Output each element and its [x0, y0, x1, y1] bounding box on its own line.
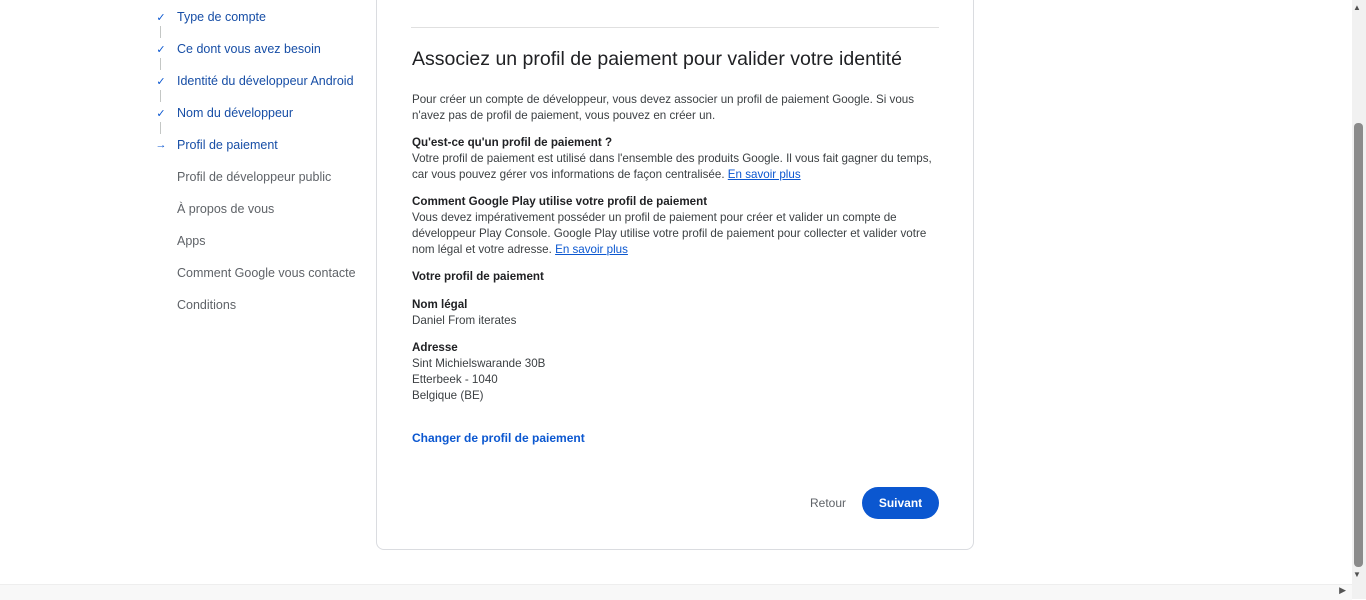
card-divider: [411, 27, 939, 28]
learn-more-link-2[interactable]: En savoir plus: [555, 243, 628, 256]
horizontal-scrollbar[interactable]: [0, 584, 1352, 600]
check-icon: ✓: [156, 43, 166, 56]
step-label: Ce dont vous avez besoin: [177, 42, 321, 56]
arrow-right-icon: →: [155, 139, 167, 151]
scrollbar-thumb[interactable]: [1354, 123, 1363, 567]
what-is-section: Qu'est-ce qu'un profil de paiement ? Vot…: [412, 135, 942, 183]
scroll-up-icon[interactable]: ▲: [1353, 3, 1361, 12]
step-label: Identité du développeur Android: [177, 74, 354, 88]
address-label: Adresse: [412, 341, 458, 354]
step-connector: [160, 58, 161, 70]
step-label: Profil de développeur public: [177, 170, 332, 184]
what-is-body: Votre profil de paiement est utilisé dan…: [412, 152, 932, 181]
scroll-right-icon[interactable]: ▶: [1339, 585, 1346, 596]
what-is-heading: Qu'est-ce qu'un profil de paiement ?: [412, 136, 613, 149]
scroll-down-icon[interactable]: ▼: [1353, 570, 1361, 579]
learn-more-link-1[interactable]: En savoir plus: [728, 168, 801, 181]
intro-text: Pour créer un compte de développeur, vou…: [412, 93, 915, 122]
address-line-3: Belgique (BE): [412, 389, 484, 402]
your-profile-heading: Votre profil de paiement: [412, 270, 544, 283]
change-payment-profile-link[interactable]: Changer de profil de paiement: [412, 431, 585, 445]
address-line-2: Etterbeek - 1040: [412, 373, 498, 386]
step-connector: [160, 90, 161, 102]
how-section: Comment Google Play utilise votre profil…: [412, 194, 942, 258]
step-connector: [160, 26, 161, 38]
how-heading: Comment Google Play utilise votre profil…: [412, 195, 708, 208]
step-label: Comment Google vous contacte: [177, 266, 356, 280]
back-button[interactable]: Retour: [800, 487, 856, 519]
legal-name-value: Daniel From iterates: [412, 314, 517, 327]
next-button[interactable]: Suivant: [862, 487, 939, 519]
address-line-1: Sint Michielswarande 30B: [412, 357, 546, 370]
how-body: Vous devez impérativement posséder un pr…: [412, 211, 927, 256]
check-icon: ✓: [156, 11, 166, 24]
step-label: Type de compte: [177, 10, 266, 24]
step-label: Apps: [177, 234, 206, 248]
check-icon: ✓: [156, 107, 166, 120]
step-label: À propos de vous: [177, 202, 275, 216]
step-label: Nom du développeur: [177, 106, 294, 120]
step-label: Profil de paiement: [177, 138, 278, 152]
page-title: Associez un profil de paiement pour vali…: [412, 48, 902, 70]
check-icon: ✓: [156, 75, 166, 88]
legal-name-label: Nom légal: [412, 298, 468, 311]
step-label: Conditions: [177, 298, 237, 312]
step-connector: [160, 122, 161, 134]
